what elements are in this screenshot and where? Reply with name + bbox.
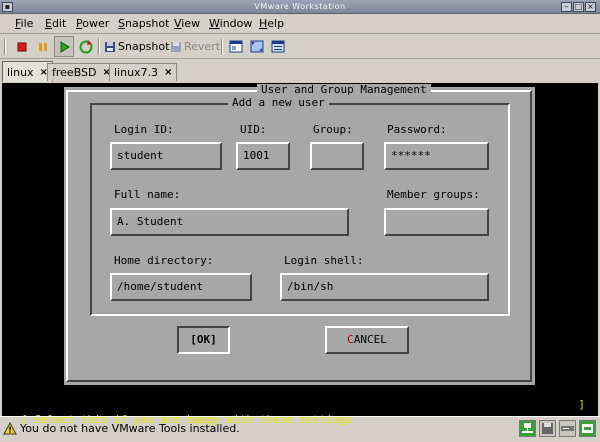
window-titlebar[interactable]: VMware Workstation ▪ – □ × (0, 0, 600, 14)
minimize-button[interactable]: – (561, 2, 572, 12)
login-shell-label: Login shell: (284, 254, 364, 267)
revert-label: Revert (184, 40, 221, 53)
menu-view[interactable]: View (174, 17, 200, 31)
cancel-mnemonic: C (347, 333, 354, 346)
menu-edit[interactable]: Edit (45, 17, 66, 31)
quick-switch-icon (229, 40, 243, 53)
usb-device-button[interactable] (579, 420, 596, 437)
home-directory-label: Home directory: (114, 254, 214, 267)
snapshot-button[interactable]: Snapshot (104, 36, 169, 57)
network-icon (522, 423, 533, 433)
menu-help-label: elp (267, 17, 285, 30)
close-tab-icon[interactable]: × (164, 67, 172, 78)
revert-icon (171, 41, 181, 52)
status-bar: You do not have VMware Tools installed. (0, 416, 600, 441)
menu-bar: File Edit Power Snapshot View Window Hel… (0, 14, 600, 34)
full-name-field[interactable]: A. Student (110, 208, 349, 236)
cdrom-device-button[interactable] (559, 420, 576, 437)
group-label: Group: (313, 123, 353, 136)
member-groups-label: Member groups: (387, 188, 480, 201)
network-device-button[interactable] (519, 420, 536, 437)
floppy-icon (542, 423, 553, 434)
home-directory-field[interactable]: /home/student (110, 273, 252, 301)
menu-power[interactable]: Power (76, 17, 109, 31)
menu-window-label: indow (219, 17, 253, 30)
login-id-field[interactable]: student (110, 142, 222, 170)
menu-help[interactable]: Help (259, 17, 284, 31)
tab-linux7-3[interactable]: linux7.3 × (109, 63, 178, 81)
tab-label: freeBSD (52, 66, 97, 79)
menu-file[interactable]: File (15, 17, 33, 31)
menu-snapshot[interactable]: Snapshot (118, 17, 169, 31)
vmware-tools-status: You do not have VMware Tools installed. (20, 422, 240, 435)
menu-view-label: iew (181, 17, 201, 30)
password-label: Password: (387, 123, 447, 136)
login-id-label: Login ID: (114, 123, 174, 136)
window-title: VMware Workstation (254, 2, 346, 11)
full-name-label: Full name: (114, 188, 181, 201)
ok-button[interactable]: [OK] (177, 326, 230, 354)
dialog-subtitle: Add a new user (228, 97, 329, 109)
usb-icon (582, 424, 593, 433)
vm-tab-bar: linux × freeBSD × linux7.3 × (0, 60, 600, 82)
close-window-button[interactable]: × (585, 2, 596, 12)
snapshot-icon (105, 41, 115, 52)
cancel-button[interactable]: CANCEL (325, 326, 409, 354)
window-menu-button[interactable]: ▪ (2, 2, 13, 12)
summary-view-icon (271, 40, 285, 53)
help-bracket-close: ] (578, 398, 585, 411)
pause-icon (39, 42, 47, 51)
quick-switch-button[interactable] (226, 36, 246, 57)
group-field[interactable] (310, 142, 364, 170)
floppy-device-button[interactable] (539, 420, 556, 437)
tab-linux[interactable]: linux × (2, 61, 53, 82)
toolbar-separator (98, 39, 100, 55)
dialog-title: User and Group Management (257, 84, 431, 96)
menu-edit-mnemonic: E (45, 17, 52, 30)
menu-snapshot-mnemonic: S (118, 17, 125, 30)
tab-label: linux (7, 65, 34, 79)
tab-freebsd[interactable]: freeBSD × (47, 63, 116, 81)
power-on-button[interactable] (54, 36, 74, 57)
toolbar-grip (4, 39, 6, 55)
menu-snapshot-label: napshot (124, 17, 170, 30)
reset-icon (79, 39, 93, 53)
cdrom-icon (561, 426, 574, 431)
power-off-button[interactable] (12, 36, 32, 57)
login-shell-field[interactable]: /bin/sh (280, 273, 489, 301)
warning-icon (3, 422, 17, 435)
password-field[interactable]: ****** (384, 142, 489, 170)
snapshot-label: Snapshot (118, 40, 170, 53)
reset-button[interactable] (76, 36, 96, 57)
menu-edit-label: dit (51, 17, 67, 30)
console-help-line: [ Select this if you are happy with thes… (8, 397, 589, 426)
cancel-label: ANCEL (353, 333, 387, 346)
tab-label: linux7.3 (114, 66, 159, 79)
ok-label: OK (196, 333, 211, 346)
menu-file-label: ile (20, 17, 34, 30)
member-groups-field[interactable] (384, 208, 489, 236)
full-screen-icon (250, 40, 264, 53)
toolbar-separator (221, 39, 223, 55)
maximize-button[interactable]: □ (573, 2, 584, 12)
stop-icon (17, 42, 27, 51)
uid-label: UID: (240, 123, 267, 136)
toolbar: Snapshot Revert (0, 35, 600, 59)
play-icon (60, 40, 70, 53)
ok-bracket-close: ] (210, 333, 217, 346)
summary-view-button[interactable] (268, 36, 288, 57)
ok-bracket-open: [ (190, 333, 197, 346)
menu-window[interactable]: Window (209, 17, 252, 31)
revert-button[interactable]: Revert (170, 36, 220, 57)
full-screen-button[interactable] (247, 36, 267, 57)
suspend-button[interactable] (33, 36, 53, 57)
menu-power-label: ower (82, 17, 110, 30)
uid-field[interactable]: 1001 (236, 142, 290, 170)
menu-window-mnemonic: W (209, 17, 220, 30)
